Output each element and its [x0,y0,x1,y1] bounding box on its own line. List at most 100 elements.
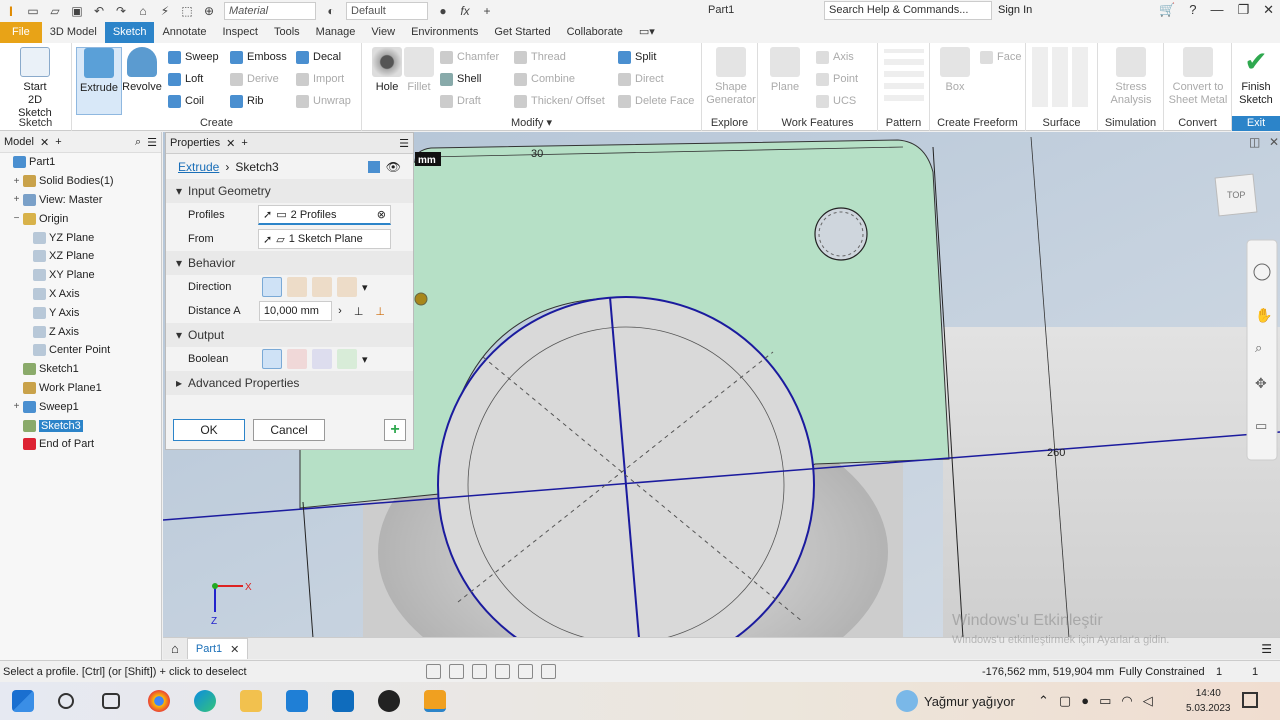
look-at-icon[interactable]: ▭ [1255,418,1267,433]
browser-item[interactable]: Work Plane1 [0,379,161,398]
cart-icon[interactable]: 🛒 [1159,2,1175,18]
browser-item[interactable]: Z Axis [0,322,161,341]
clear-selection-icon[interactable]: ⊗ [377,208,386,221]
revolve-button[interactable]: Revolve [119,47,165,94]
viewport-restore-icon[interactable]: ◫ [1249,135,1260,149]
appearance-dropdown[interactable]: Default [346,2,428,20]
tab-view[interactable]: View [363,22,403,43]
boolean-join-icon[interactable] [262,349,282,369]
thicken-offset-button[interactable]: Thicken/ Offset [514,93,605,109]
restore-icon[interactable]: ❐ [1237,2,1249,18]
save-icon[interactable]: ▣ [68,3,86,19]
browser-item[interactable]: Sketch1 [0,360,161,379]
browser-item[interactable]: Sketch3 [0,416,161,435]
axis-button[interactable]: Axis [816,49,854,65]
dimension-260-label[interactable]: 260 [1047,447,1065,459]
sweep-button[interactable]: Sweep [168,49,219,65]
wifi-icon[interactable]: ◠ [1121,693,1132,709]
help-search-input[interactable]: Search Help & Commands... [824,1,992,20]
thread-button[interactable]: Thread [514,49,566,65]
volume-icon[interactable]: ◁ [1143,693,1153,709]
inventor-logo-icon[interactable]: I [0,0,22,22]
doc-tabs-menu-icon[interactable]: ☰ [1261,642,1272,656]
degrees-of-freedom-icon[interactable] [518,664,533,679]
close-icon[interactable]: ✕ [1263,2,1274,18]
direction-asymmetric-icon[interactable] [337,277,357,297]
task-view-icon[interactable] [102,693,120,709]
undo-icon[interactable]: ↶ [90,3,108,19]
advanced-properties-section[interactable]: ▸ Advanced Properties [166,371,413,395]
browser-item[interactable]: XY Plane [0,266,161,285]
direction-symmetric-icon[interactable] [312,277,332,297]
constraint-persistence-icon[interactable] [472,664,487,679]
browser-search-icon[interactable]: ⌕ [135,136,141,149]
direction-default-icon[interactable] [262,277,282,297]
fx-icon[interactable]: fx [456,3,474,19]
rib-button[interactable]: Rib [230,93,264,109]
direct-button[interactable]: Direct [618,71,664,87]
help-icon[interactable]: ? [1189,2,1196,18]
distance-between-icon[interactable]: ⊥ [375,305,385,318]
boolean-cut-icon[interactable] [287,349,307,369]
select-icon[interactable]: ⬚ [178,3,196,19]
properties-add-icon[interactable]: + [241,137,247,149]
boolean-dropdown-icon[interactable]: ▾ [362,353,368,366]
update-icon[interactable]: ⚡ [156,3,174,19]
material-dropdown[interactable]: Material [224,2,316,20]
autodesk-app-icon[interactable] [378,690,400,712]
tab-collaborate[interactable]: Collaborate [559,22,631,43]
unwrap-button[interactable]: Unwrap [296,93,351,109]
ucs-button[interactable]: UCS [816,93,856,109]
decal-button[interactable]: Decal [296,49,341,65]
grid-snap-icon[interactable] [426,664,441,679]
new-file-icon[interactable]: ▭ [24,3,42,19]
home-icon[interactable]: ⌂ [134,3,152,19]
search-icon[interactable] [58,693,74,709]
viewport-close-icon[interactable]: ✕ [1269,135,1279,149]
plus-icon[interactable]: + [478,3,496,19]
from-selector[interactable]: ➚ ▱ 1 Sketch Plane [258,229,391,249]
home-tab-icon[interactable]: ⌂ [171,641,179,656]
tab-environments[interactable]: Environments [403,22,486,43]
delete-face-button[interactable]: Delete Face [618,93,694,109]
box-button[interactable]: Box [932,47,978,94]
shell-button[interactable]: Shell [440,71,481,87]
face-button[interactable]: Face [980,49,1021,65]
weather-text[interactable]: Yağmur yağıyor [924,694,1015,709]
start-2d-sketch-button[interactable]: Start 2D Sketch [12,47,58,120]
finish-sketch-button[interactable]: ✔ Finish Sketch [1233,47,1279,107]
drag-handle[interactable] [414,292,428,306]
cancel-button[interactable]: Cancel [253,419,325,441]
battery-icon[interactable]: ▭ [1099,693,1111,709]
tray-chevron-icon[interactable]: ⌃ [1038,693,1049,709]
visibility-eye-icon[interactable]: 👁 [386,160,401,174]
direction-dropdown-icon[interactable]: ▾ [362,281,368,294]
combine-button[interactable]: Combine [514,71,575,87]
pattern-tools-icon[interactable] [884,49,924,101]
tab-inspect[interactable]: Inspect [215,22,266,43]
dimension-30-label[interactable]: 30 [531,148,543,160]
coil-button[interactable]: Coil [168,93,204,109]
tree-expander-icon[interactable]: − [12,213,21,224]
inventor-taskbar-icon[interactable] [424,690,446,712]
draft-button[interactable]: Draft [440,93,481,109]
show-dimensions-icon[interactable] [541,664,556,679]
file-explorer-icon[interactable] [240,690,262,712]
mail-icon[interactable] [286,690,308,712]
browser-item[interactable]: + Sweep1 [0,397,161,416]
redo-icon[interactable]: ↷ [112,3,130,19]
breadcrumb-extrude-link[interactable]: Extrude [178,160,219,174]
pan-hand-icon[interactable]: ✋ [1255,307,1272,323]
edge-icon[interactable] [194,690,216,712]
extrude-button[interactable]: Extrude [76,47,122,115]
shape-generator-button[interactable]: Shape Generator [706,47,756,107]
boolean-new-solid-icon[interactable] [337,349,357,369]
notifications-icon[interactable] [1242,692,1258,708]
browser-menu-icon[interactable]: ☰ [147,136,157,149]
show-constraints-icon[interactable] [495,664,510,679]
orbit-icon[interactable]: ✥ [1255,375,1267,391]
doc-tab-part1[interactable]: Part1 ✕ [186,638,249,659]
browser-item[interactable]: − Origin [0,209,161,228]
tab-manage[interactable]: Manage [308,22,364,43]
browser-tab-model[interactable]: Model [4,136,34,148]
